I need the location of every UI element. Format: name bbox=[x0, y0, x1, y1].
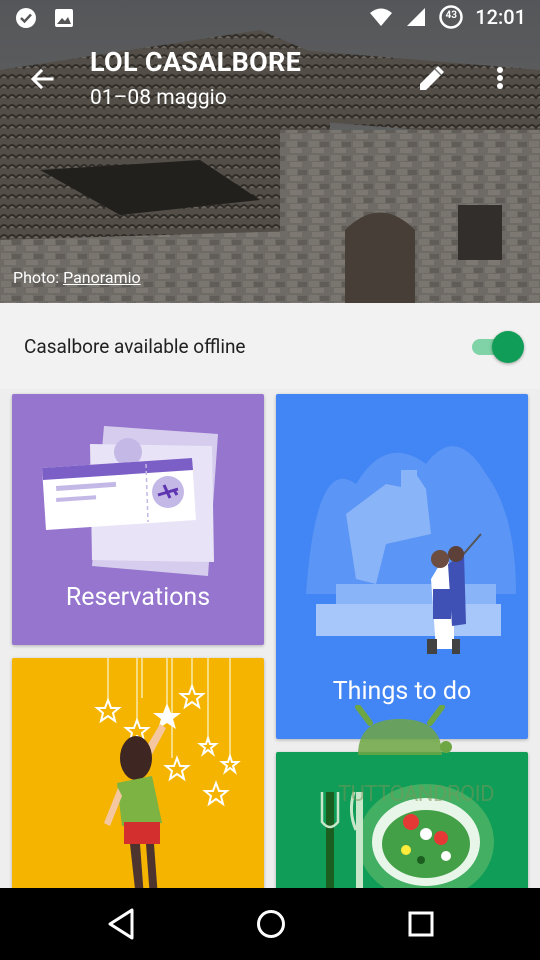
stars-illustration bbox=[94, 658, 241, 898]
battery-icon: 43 bbox=[439, 5, 463, 29]
trip-title: LOL CASALBORE bbox=[90, 46, 302, 78]
android-watermark-logo bbox=[355, 705, 452, 755]
app-bar: LOL CASALBORE 01–08 maggio bbox=[0, 40, 540, 120]
watermark-text: TUTTOANDROID bbox=[338, 782, 495, 807]
photo-credit-prefix: Photo: bbox=[13, 268, 64, 287]
photo-credit: Photo: Panoramio bbox=[13, 268, 141, 287]
trip-dates: 01–08 maggio bbox=[90, 86, 227, 110]
signal-icon bbox=[407, 8, 426, 26]
offline-label: Casalbore available offline bbox=[24, 335, 246, 358]
back-arrow-icon[interactable] bbox=[22, 60, 62, 100]
wishes-card[interactable] bbox=[12, 658, 264, 898]
home-circle-icon[interactable] bbox=[254, 906, 288, 942]
wifi-icon bbox=[370, 8, 393, 26]
things-to-do-card[interactable]: Things to do bbox=[276, 394, 528, 739]
offline-toggle[interactable] bbox=[472, 330, 524, 363]
recents-square-icon[interactable] bbox=[406, 906, 436, 942]
image-icon bbox=[55, 9, 73, 27]
offline-row[interactable]: Casalbore available offline bbox=[0, 303, 540, 389]
edit-pencil-icon[interactable] bbox=[414, 60, 450, 96]
reservations-label: Reservations bbox=[65, 583, 211, 612]
things-to-do-label: Things to do bbox=[332, 677, 472, 706]
reservations-card[interactable]: Reservations bbox=[12, 394, 264, 645]
navigation-bar bbox=[0, 888, 540, 960]
clock: 12:01 bbox=[475, 5, 526, 29]
back-triangle-icon[interactable] bbox=[106, 906, 138, 942]
header-photo: 43 12:01 LOL CASALBORE 01–08 maggio Phot… bbox=[0, 0, 540, 303]
photo-source-link[interactable]: Panoramio bbox=[63, 268, 141, 287]
status-bar: 43 12:01 bbox=[0, 0, 540, 36]
check-circle-icon bbox=[16, 8, 36, 28]
more-vert-icon[interactable] bbox=[486, 60, 514, 96]
